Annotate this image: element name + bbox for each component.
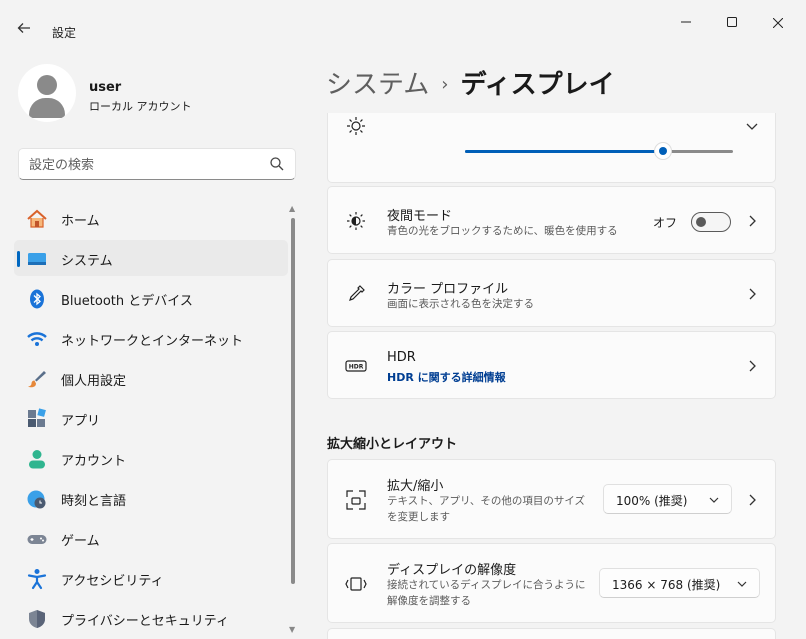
search-box[interactable]	[18, 148, 296, 180]
maximize-button[interactable]	[712, 10, 752, 36]
scroll-down-icon[interactable]: ▼	[289, 625, 295, 634]
close-button[interactable]	[758, 10, 798, 36]
breadcrumb-parent[interactable]: システム	[326, 70, 429, 100]
chevron-down-icon	[737, 581, 747, 587]
resolution-dropdown[interactable]: 1366 × 768 (推奨)	[599, 568, 760, 598]
brightness-slider[interactable]	[465, 142, 733, 160]
avatar	[18, 64, 76, 122]
chevron-right-icon[interactable]	[745, 493, 759, 507]
card-subtitle: 青色の光をブロックするために、暖色を使用する	[387, 225, 618, 237]
chevron-right-icon[interactable]	[745, 214, 759, 228]
card-subtitle: 接続されているディスプレイに合うように解像度を調整する	[387, 579, 586, 607]
scroll-up-icon[interactable]: ▲	[289, 204, 295, 213]
color-profile-card[interactable]: カラー プロファイル 画面に表示される色を決定する	[327, 259, 776, 327]
sidebar-item-accessibility[interactable]: アクセシビリティ	[14, 560, 288, 596]
sidebar-item-label: ホーム	[61, 214, 100, 229]
account-icon	[29, 450, 45, 469]
sidebar-item-label: アプリ	[61, 414, 101, 429]
breadcrumb-separator: ›	[441, 74, 449, 95]
brightness-icon	[347, 117, 365, 135]
chevron-right-icon[interactable]	[745, 287, 759, 301]
back-arrow-icon	[17, 23, 30, 33]
scale-card[interactable]: 拡大/縮小 テキスト、アプリ、その他の項目のサイズを変更します 100% (推奨…	[327, 459, 776, 539]
brush-icon	[28, 371, 46, 388]
toggle-state-label: オフ	[652, 216, 677, 230]
scale-icon	[346, 490, 366, 510]
breadcrumb: システム › ディスプレイ	[326, 64, 615, 101]
card-title: 拡大/縮小	[387, 479, 444, 494]
search-input[interactable]	[29, 155, 269, 175]
card-title: HDR	[387, 350, 416, 365]
night-light-card[interactable]: 夜間モード 青色の光をブロックするために、暖色を使用する オフ	[327, 186, 776, 254]
sidebar-item-home[interactable]: ホーム	[14, 200, 288, 236]
search-icon[interactable]	[269, 156, 285, 172]
globe-clock-icon	[27, 490, 46, 509]
eyedropper-icon	[349, 285, 365, 301]
sidebar-item-label: 時刻と言語	[61, 494, 127, 509]
sidebar-item-label: システム	[61, 254, 113, 269]
hdr-icon: HDR	[345, 360, 367, 372]
sidebar-item-label: アカウント	[61, 454, 127, 469]
home-icon	[27, 209, 47, 228]
brightness-card	[327, 113, 776, 183]
card-title: ディスプレイの解像度	[387, 563, 517, 578]
hdr-card[interactable]: HDR HDR HDR に関する詳細情報	[327, 331, 776, 399]
svg-text:HDR: HDR	[349, 364, 364, 371]
title-bar: 設定	[0, 0, 806, 46]
slider-thumb[interactable]	[654, 142, 673, 160]
gamepad-icon	[27, 535, 47, 544]
dropdown-value: 100% (推奨)	[616, 494, 688, 508]
app-title: 設定	[52, 26, 77, 40]
scrollbar-thumb[interactable]	[291, 218, 295, 584]
accessibility-icon	[27, 569, 47, 590]
back-button[interactable]	[12, 18, 36, 42]
bluetooth-icon	[30, 289, 44, 309]
scale-dropdown[interactable]: 100% (推奨)	[603, 484, 732, 514]
sidebar-item-label: ネットワークとインターネット	[61, 334, 244, 349]
sidebar-item-privacy[interactable]: プライバシーとセキュリティ	[14, 600, 288, 636]
sidebar-item-label: ゲーム	[61, 534, 100, 549]
dropdown-value: 1366 × 768 (推奨)	[612, 578, 721, 592]
chevron-down-icon	[709, 497, 719, 503]
sidebar-item-label: Bluetooth とデバイス	[61, 294, 193, 309]
resolution-icon	[345, 577, 367, 591]
resolution-card[interactable]: ディスプレイの解像度 接続されているディスプレイに合うように解像度を調整する 1…	[327, 543, 776, 623]
card-title: 夜間モード	[387, 209, 453, 224]
sidebar-item-gaming[interactable]: ゲーム	[14, 520, 288, 556]
sidebar-item-accounts[interactable]: アカウント	[14, 440, 288, 476]
wifi-icon	[27, 332, 47, 346]
sidebar-item-network[interactable]: ネットワークとインターネット	[14, 320, 288, 356]
sidebar-item-apps[interactable]: アプリ	[14, 400, 288, 436]
sidebar-nav: ホーム システム Bluetooth とデバイス ネットワークとインターネット …	[14, 200, 288, 639]
slider-fill	[465, 150, 664, 153]
sidebar-item-system[interactable]: システム	[14, 240, 288, 276]
night-light-toggle[interactable]	[691, 212, 731, 232]
card-title: カラー プロファイル	[387, 282, 509, 297]
sidebar-item-time-language[interactable]: 時刻と言語	[14, 480, 288, 516]
night-light-icon	[347, 212, 365, 230]
sidebar-item-bluetooth[interactable]: Bluetooth とデバイス	[14, 280, 288, 316]
card-subtitle: テキスト、アプリ、その他の項目のサイズを変更します	[387, 495, 586, 523]
sidebar-item-personalization[interactable]: 個人用設定	[14, 360, 288, 396]
next-card[interactable]	[327, 628, 776, 639]
sidebar-scrollbar[interactable]: ▲ ▼	[289, 204, 296, 634]
chevron-down-icon[interactable]	[745, 119, 759, 133]
minimize-button[interactable]	[666, 10, 706, 36]
system-icon	[28, 253, 46, 265]
maximize-icon	[727, 17, 737, 27]
account-type: ローカル アカウント	[89, 100, 192, 113]
shield-icon	[29, 610, 45, 628]
section-title: 拡大縮小とレイアウト	[327, 437, 458, 452]
page-title: ディスプレイ	[460, 70, 615, 100]
minimize-icon	[681, 21, 691, 23]
user-name: user	[89, 80, 122, 95]
sidebar-item-label: 個人用設定	[61, 374, 127, 389]
sidebar-item-label: プライバシーとセキュリティ	[61, 614, 229, 629]
sidebar-item-label: アクセシビリティ	[61, 574, 164, 589]
close-icon	[772, 17, 784, 29]
apps-icon	[28, 408, 46, 427]
chevron-right-icon[interactable]	[745, 359, 759, 373]
hdr-info-link[interactable]: HDR に関する詳細情報	[387, 369, 506, 385]
card-subtitle: 画面に表示される色を決定する	[387, 298, 534, 310]
